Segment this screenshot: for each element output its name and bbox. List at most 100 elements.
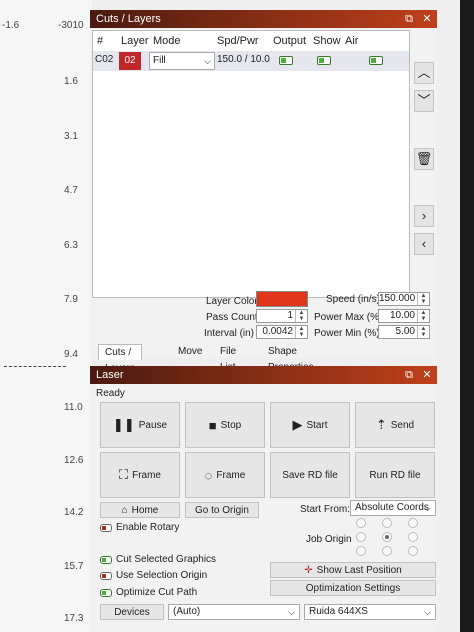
output-toggle[interactable] [279, 56, 293, 65]
cut-selected-graphics-toggle[interactable]: Cut Selected Graphics [100, 554, 216, 565]
ruler-tick: 1.6 [64, 76, 78, 87]
home-label: Home [131, 504, 159, 516]
optimize-cut-path-toggle[interactable]: Optimize Cut Path [100, 587, 197, 598]
start-button[interactable]: ▶ Start [270, 402, 350, 448]
show-toggle[interactable] [317, 56, 331, 65]
devices-button[interactable]: Devices [100, 604, 164, 620]
pass-count-label: Pass Count [206, 312, 258, 323]
optimization-settings-label: Optimization Settings [305, 582, 401, 594]
column-header: Air [345, 35, 359, 47]
play-icon: ▶ [292, 417, 303, 432]
pause-button[interactable]: ❚❚ Pause [100, 402, 180, 448]
restore-icon[interactable]: ⧉ [401, 10, 417, 28]
trash-icon: 🗑 [415, 151, 433, 166]
ruler-guide-line [4, 366, 66, 367]
job-origin-radio[interactable] [408, 546, 418, 556]
send-button[interactable]: ⇡ Send [355, 402, 435, 448]
tab-move[interactable]: Move [172, 344, 208, 360]
column-header: Show [313, 35, 341, 47]
close-icon[interactable]: ✕ [419, 366, 435, 384]
table-row[interactable]: C02 02 Fill ⌵ 150.0 / 10.0 [93, 51, 409, 71]
chevron-right-icon: › [421, 208, 427, 223]
spinner-arrows-icon[interactable]: ▲ ▼ [295, 310, 307, 322]
job-origin-radio[interactable] [408, 518, 418, 528]
close-icon[interactable]: ✕ [419, 10, 435, 28]
ruler-tick: 3.1 [64, 131, 78, 142]
spinner-arrows-icon[interactable]: ▲ ▼ [417, 310, 429, 322]
layer-color-chip[interactable]: 02 [119, 52, 141, 70]
frame-label: Frame [216, 469, 246, 481]
speed-label: Speed (in/s) [326, 294, 380, 305]
job-origin-radio[interactable] [382, 518, 392, 528]
toggle-on-icon [100, 588, 112, 597]
column-header: Spd/Pwr [217, 35, 259, 47]
show-last-position-label: Show Last Position [316, 564, 402, 576]
mode-select[interactable]: Fill ⌵ [149, 52, 215, 70]
spinner-arrows-icon[interactable]: ▲ ▼ [417, 326, 429, 338]
optimization-settings-button[interactable]: Optimization Settings [270, 580, 436, 596]
port-value: (Auto) [173, 606, 201, 617]
save-rd-label: Save RD file [282, 469, 338, 481]
job-origin-radio[interactable] [408, 532, 418, 542]
interval-input[interactable]: 0.0042 ▲ ▼ [256, 325, 308, 339]
expand-right-button[interactable]: › [414, 205, 434, 227]
move-layer-down-button[interactable]: ﹀ [414, 90, 434, 112]
pause-label: Pause [138, 419, 168, 431]
circle-frame-icon: ◌ [204, 467, 213, 483]
run-rd-file-button[interactable]: Run RD file [355, 452, 435, 498]
air-toggle[interactable] [369, 56, 383, 65]
crosshair-icon: ✛ [304, 564, 313, 576]
power-max-label: Power Max (%) [314, 312, 383, 323]
laser-panel: Laser ⧉ ✕ Ready ❚❚ Pause ■ Stop ▶ Start ⇡ Se… [90, 366, 437, 632]
ruler-tick: 11.0 [64, 402, 83, 413]
start-from-select[interactable]: Absolute Coords ⌵ [350, 500, 436, 516]
use-selection-origin-toggle[interactable]: Use Selection Origin [100, 570, 207, 581]
ruler-tick: 12.6 [64, 455, 84, 466]
ruler-tick: 15.7 [64, 561, 84, 572]
tab-file-list[interactable]: File List [214, 344, 242, 373]
save-rd-file-button[interactable]: Save RD file [270, 452, 350, 498]
go-to-origin-button[interactable]: Go to Origin [185, 502, 259, 518]
enable-rotary-label: Enable Rotary [116, 522, 180, 533]
spinner-arrows-icon[interactable]: ▲ ▼ [417, 293, 429, 305]
job-origin-radio[interactable] [356, 546, 366, 556]
layer-color-swatch[interactable] [256, 291, 308, 307]
layers-table[interactable]: # Layer Mode Spd/Pwr Output Show Air C02… [92, 30, 410, 298]
stop-button[interactable]: ■ Stop [185, 402, 265, 448]
rubber-band-frame-button[interactable]: ◌ Frame [185, 452, 265, 498]
cuts-layers-titlebar[interactable]: Cuts / Layers ⧉ ✕ [90, 10, 437, 28]
ruler-top-label: -3010 [58, 20, 84, 31]
move-layer-up-button[interactable]: ︿ [414, 62, 434, 84]
speed-input[interactable]: 150.000 ▲ ▼ [378, 292, 430, 306]
job-origin-radio[interactable] [382, 546, 392, 556]
cut-selected-label: Cut Selected Graphics [116, 554, 217, 565]
laser-status: Ready [96, 388, 125, 399]
tab-shape-properties[interactable]: Shape Properties [262, 344, 320, 373]
frame-button[interactable]: ⛶ Frame [100, 452, 180, 498]
toggle-off-icon [100, 571, 112, 580]
device-select[interactable]: Ruida 644XS ⌵ [304, 604, 436, 620]
delete-layer-button[interactable]: 🗑 [414, 148, 434, 170]
power-max-input[interactable]: 10.00 ▲ ▼ [378, 309, 430, 323]
power-min-input[interactable]: 5.00 ▲ ▼ [378, 325, 430, 339]
spinner-arrows-icon[interactable]: ▲ ▼ [295, 326, 307, 338]
toggle-off-icon [100, 523, 112, 532]
show-last-position-button[interactable]: ✛ Show Last Position [270, 562, 436, 578]
ruler-corner-label: -1.6 [2, 20, 20, 31]
job-origin-radio[interactable] [356, 532, 366, 542]
tab-cuts-layers[interactable]: Cuts / Layers [98, 344, 143, 374]
power-max-value: 10.00 [389, 310, 415, 321]
job-origin-radio[interactable] [356, 518, 366, 528]
enable-rotary-toggle[interactable]: Enable Rotary [100, 522, 179, 533]
laser-titlebar[interactable]: Laser ⧉ ✕ [90, 366, 437, 384]
port-select[interactable]: (Auto) ⌵ [168, 604, 300, 620]
pause-icon: ❚❚ [112, 417, 135, 432]
collapse-left-button[interactable]: ‹ [414, 233, 434, 255]
restore-icon[interactable]: ⧉ [401, 366, 417, 384]
pass-count-input[interactable]: 1 ▲ ▼ [256, 309, 308, 323]
home-button[interactable]: ⌂ Home [100, 502, 180, 518]
job-origin-radio-selected[interactable] [382, 532, 392, 542]
device-value: Ruida 644XS [309, 606, 368, 617]
column-header: Mode [153, 35, 181, 47]
start-from-label: Start From: [300, 504, 351, 515]
